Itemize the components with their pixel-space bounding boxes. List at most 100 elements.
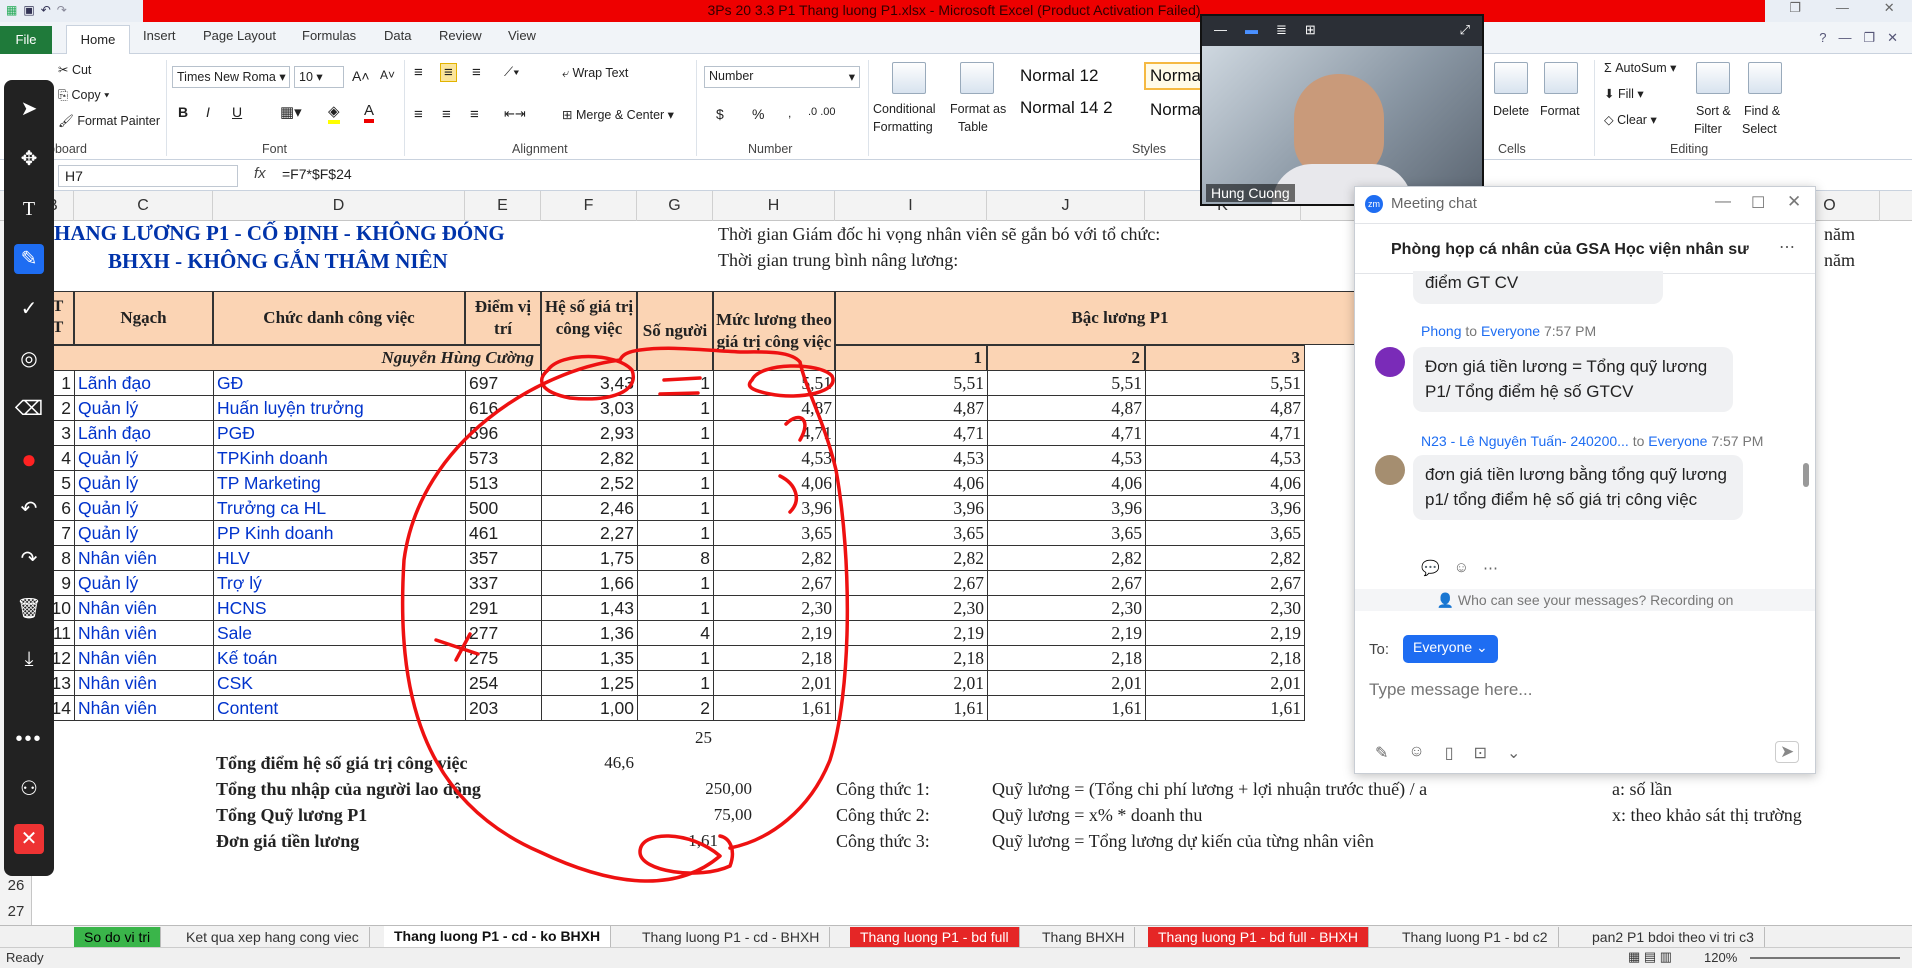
cell-b2[interactable]: 4,71 <box>987 421 1145 446</box>
tab-file[interactable]: File <box>0 26 52 54</box>
cell-muc[interactable]: 2,67 <box>713 571 835 596</box>
cell-muc[interactable]: 5,51 <box>713 371 835 396</box>
chat-more-icon[interactable]: ⋯ <box>1779 237 1795 257</box>
indent-icon[interactable]: ⇤⇥ <box>504 106 526 122</box>
column-header[interactable]: I <box>835 191 987 221</box>
cell-ngach[interactable]: Nhân viên <box>74 646 213 671</box>
cell-b1[interactable]: 2,30 <box>835 596 987 621</box>
cell-b3[interactable]: 2,01 <box>1145 671 1305 696</box>
send-icon[interactable]: ➤ <box>1775 741 1800 763</box>
cell-diem[interactable]: 461 <box>465 521 541 546</box>
row-header[interactable]: 26 <box>0 877 32 894</box>
conditional-formatting-button[interactable]: Conditional <box>873 102 936 116</box>
cell-heso[interactable]: 1,35 <box>541 646 637 671</box>
cell-heso[interactable]: 2,46 <box>541 496 637 521</box>
cell-so[interactable]: 1 <box>637 671 713 696</box>
orientation-icon[interactable]: ⟋▾ <box>504 64 519 80</box>
cell-cd[interactable]: HLV <box>213 546 465 571</box>
delete-cells-button[interactable]: Delete <box>1493 104 1529 118</box>
cell-b1[interactable]: 4,71 <box>835 421 987 446</box>
cell-ngach[interactable]: Nhân viên <box>74 596 213 621</box>
cell-muc[interactable]: 4,87 <box>713 396 835 421</box>
cell-so[interactable]: 1 <box>637 496 713 521</box>
cell-b1[interactable]: 4,87 <box>835 396 987 421</box>
cell-b1[interactable]: 1,61 <box>835 696 987 721</box>
redo-annotation-icon[interactable]: ↷ <box>14 544 44 574</box>
sheet-tab[interactable]: Thang luong P1 - bd full <box>850 927 1020 947</box>
cell-heso[interactable]: 1,25 <box>541 671 637 696</box>
cell-ngach[interactable]: Quản lý <box>74 396 213 421</box>
cell-cd[interactable]: Sale <box>213 621 465 646</box>
cell-ngach[interactable]: Nhân viên <box>74 621 213 646</box>
spotlight-icon[interactable]: ◎ <box>14 344 44 374</box>
cell-cd[interactable]: PP Kinh doanh <box>213 521 465 546</box>
cell-so[interactable]: 1 <box>637 421 713 446</box>
help-icon[interactable]: ? <box>1819 30 1826 46</box>
check-icon[interactable]: ✓ <box>14 294 44 324</box>
cell-muc[interactable]: 4,06 <box>713 471 835 496</box>
zoom-slider[interactable] <box>1750 957 1900 959</box>
sort-filter-icon[interactable] <box>1696 62 1730 94</box>
name-box[interactable]: H7 <box>58 165 238 187</box>
cell-b3[interactable]: 4,71 <box>1145 421 1305 446</box>
cell-cd[interactable]: Huấn luyện trưởng <box>213 396 465 421</box>
expand-video-icon[interactable]: ⤢ <box>1460 22 1470 40</box>
sheet-tab[interactable]: Ket qua xep hang cong viec <box>176 927 370 947</box>
minimize-icon[interactable]: — <box>1836 0 1849 22</box>
chat-scrollbar[interactable] <box>1803 463 1809 487</box>
font-size-select[interactable]: 10 ▾ <box>294 66 344 88</box>
cell-heso[interactable]: 3,03 <box>541 396 637 421</box>
tab-review[interactable]: Review <box>439 28 482 43</box>
cell-muc[interactable]: 2,82 <box>713 546 835 571</box>
percent-button[interactable]: % <box>752 106 764 122</box>
cell-diem[interactable]: 254 <box>465 671 541 696</box>
cell-b3[interactable]: 4,53 <box>1145 446 1305 471</box>
more-actions-icon[interactable]: ⋯ <box>1483 559 1498 577</box>
align-center-icon[interactable]: ≡ <box>442 106 451 123</box>
cell-heso[interactable]: 1,75 <box>541 546 637 571</box>
strip-view-icon[interactable]: ≣ <box>1276 22 1287 40</box>
cell-b1[interactable]: 5,51 <box>835 371 987 396</box>
cell-b3[interactable]: 4,06 <box>1145 471 1305 496</box>
cell-b3[interactable]: 3,65 <box>1145 521 1305 546</box>
cell-b2[interactable]: 4,87 <box>987 396 1145 421</box>
cell-cd[interactable]: Trưởng ca HL <box>213 496 465 521</box>
restore-icon[interactable]: ❐ <box>1789 0 1801 22</box>
message-1-sender[interactable]: Phong <box>1421 323 1461 339</box>
zoom-level[interactable]: 120% <box>1704 950 1737 965</box>
cut-button[interactable]: ✂ Cut <box>58 62 91 77</box>
minimize-ribbon-icon[interactable]: — <box>1838 30 1851 46</box>
gallery-view-icon[interactable]: ⊞ <box>1305 22 1316 40</box>
cell-b1[interactable]: 2,18 <box>835 646 987 671</box>
more-icon[interactable]: ••• <box>14 724 44 754</box>
cell-ngach[interactable]: Quản lý <box>74 571 213 596</box>
cell-muc[interactable]: 2,18 <box>713 646 835 671</box>
cell-diem[interactable]: 573 <box>465 446 541 471</box>
cell-ngach[interactable]: Quản lý <box>74 446 213 471</box>
font-name-select[interactable]: Times New Roma ▾ <box>172 66 290 88</box>
tab-insert[interactable]: Insert <box>143 28 176 43</box>
column-header[interactable]: D <box>213 191 465 221</box>
view-normal-icon[interactable]: ▦ ▤ ▥ <box>1628 949 1672 965</box>
move-icon[interactable]: ✥ <box>14 144 44 174</box>
cell-so[interactable]: 1 <box>637 596 713 621</box>
cell-b3[interactable]: 2,19 <box>1145 621 1305 646</box>
chat-close-icon[interactable]: ✕ <box>1787 192 1801 212</box>
delete-cells-icon[interactable] <box>1494 62 1528 94</box>
cell-heso[interactable]: 2,52 <box>541 471 637 496</box>
tab-home[interactable]: Home <box>66 25 130 55</box>
cell-b2[interactable]: 3,65 <box>987 521 1145 546</box>
cell-heso[interactable]: 2,82 <box>541 446 637 471</box>
column-header[interactable]: J <box>987 191 1145 221</box>
chat-minimize-icon[interactable]: — <box>1715 193 1731 211</box>
cell-ngach[interactable]: Nhân viên <box>74 696 213 721</box>
italic-button[interactable]: I <box>206 104 210 120</box>
person-icon[interactable]: ⚇ <box>14 774 44 804</box>
cell-b1[interactable]: 2,01 <box>835 671 987 696</box>
bold-button[interactable]: B <box>178 104 188 120</box>
cell-cd[interactable]: TPKinh doanh <box>213 446 465 471</box>
screenshot-icon[interactable]: ⊡ <box>1474 743 1487 763</box>
cell-so[interactable]: 1 <box>637 571 713 596</box>
currency-button[interactable]: $ <box>716 106 724 122</box>
cell-so[interactable]: 1 <box>637 446 713 471</box>
